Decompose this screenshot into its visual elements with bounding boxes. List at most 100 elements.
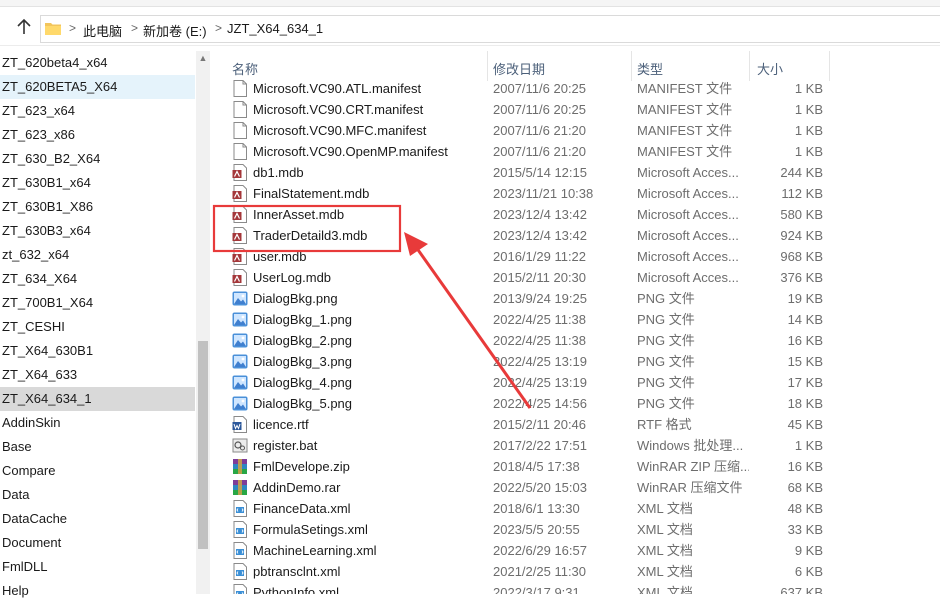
file-type: RTF 格式 xyxy=(637,417,692,432)
file-row[interactable]: Microsoft.VC90.OpenMP.manifest 2007/11/6 … xyxy=(214,141,940,162)
sidebar-folder-label: ZT_X64_633 xyxy=(2,367,78,382)
sidebar-folder-item[interactable]: AddinSkin xyxy=(0,411,195,435)
sidebar-folder-item[interactable]: Compare xyxy=(0,459,195,483)
sidebar-folder-label: ZT_630B1_X86 xyxy=(2,199,94,214)
access-db-icon xyxy=(232,227,248,244)
sidebar-folder-item[interactable]: zt_632_x64 xyxy=(0,243,195,267)
file-type: Microsoft Acces... xyxy=(637,165,739,180)
access-db-icon xyxy=(232,269,248,286)
png-image-icon xyxy=(232,290,248,307)
sidebar-folder-label: AddinSkin xyxy=(2,415,61,430)
sidebar-folder-label: ZT_634_X64 xyxy=(2,271,78,286)
file-row[interactable]: register.bat 2017/2/22 17:51 Windows 批处理..… xyxy=(214,435,940,456)
file-name: db1.mdb xyxy=(253,165,304,180)
file-row[interactable]: AddinDemo.rar 2022/5/20 15:03 WinRAR 压缩文件 6… xyxy=(214,477,940,498)
file-row[interactable]: FmlDevelope.zip 2018/4/5 17:38 WinRAR ZIP … xyxy=(214,456,940,477)
sidebar-folder-item[interactable]: ZT_630B3_x64 xyxy=(0,219,195,243)
file-row[interactable]: DialogBkg.png 2013/9/24 19:25 PNG 文件 19 KB xyxy=(214,288,940,309)
breadcrumb-separator: > xyxy=(215,21,223,35)
breadcrumb-this-pc[interactable]: 此电脑 xyxy=(83,21,122,40)
breadcrumb-current-folder[interactable]: JZT_X64_634_1 xyxy=(227,21,323,36)
sidebar-folder-item[interactable]: ZT_X64_633 xyxy=(0,363,195,387)
file-row[interactable]: UserLog.mdb 2015/2/11 20:30 Microsoft Acce… xyxy=(214,267,940,288)
file-name: DialogBkg_2.png xyxy=(253,333,353,348)
file-size: 9 KB xyxy=(794,543,823,558)
file-type: WinRAR ZIP 压缩... xyxy=(637,459,749,474)
file-name: AddinDemo.rar xyxy=(253,480,341,495)
file-row[interactable]: user.mdb 2016/1/29 11:22 Microsoft Acces..… xyxy=(214,246,940,267)
file-name: DialogBkg_5.png xyxy=(253,396,353,411)
file-row[interactable]: Microsoft.VC90.MFC.manifest 2007/11/6 21:… xyxy=(214,120,940,141)
file-name: DialogBkg_3.png xyxy=(253,354,353,369)
sidebar-folder-item[interactable]: ZT_700B1_X64 xyxy=(0,291,195,315)
file-date: 2007/11/6 20:25 xyxy=(493,81,587,96)
file-name: Microsoft.VC90.MFC.manifest xyxy=(253,123,427,138)
scroll-up-icon[interactable]: ▲ xyxy=(196,53,210,67)
sidebar-folder-item[interactable]: ZT_630_B2_X64 xyxy=(0,147,195,171)
up-arrow-button[interactable] xyxy=(14,17,34,37)
file-row[interactable]: InnerAsset.mdb 2023/12/4 13:42 Microsoft A… xyxy=(214,204,940,225)
file-date: 2022/4/25 13:19 xyxy=(493,354,587,369)
file-row[interactable]: DialogBkg_4.png 2022/4/25 13:19 PNG 文件 17 K… xyxy=(214,372,940,393)
breadcrumb-separator: > xyxy=(131,21,139,35)
sidebar-folder-item[interactable]: Help xyxy=(0,579,195,603)
file-name: FmlDevelope.zip xyxy=(253,459,350,474)
sidebar-folder-item[interactable]: ZT_CESHI xyxy=(0,315,195,339)
file-size: 637 KB xyxy=(780,585,823,594)
sidebar-folder-item[interactable]: DataCache xyxy=(0,507,195,531)
file-row[interactable]: DialogBkg_3.png 2022/4/25 13:19 PNG 文件 15 K… xyxy=(214,351,940,372)
file-row[interactable]: Microsoft.VC90.CRT.manifest 2007/11/6 20:… xyxy=(214,99,940,120)
file-row[interactable]: MachineLearning.xml 2022/6/29 16:57 XML 文档… xyxy=(214,540,940,561)
png-image-icon xyxy=(232,311,248,328)
file-row[interactable]: FinalStatement.mdb 2023/11/21 10:38 Micros… xyxy=(214,183,940,204)
sidebar-folder-item[interactable]: ZT_620beta4_x64 xyxy=(0,51,195,75)
file-date: 2022/6/29 16:57 xyxy=(493,543,587,558)
file-type: PNG 文件 xyxy=(637,333,695,348)
file-row[interactable]: FormulaSetings.xml 2023/5/5 20:55 XML 文档 33… xyxy=(214,519,940,540)
sidebar-folder-item[interactable]: Document xyxy=(0,531,195,555)
sidebar-folder-item[interactable]: ZT_X64_634_1 xyxy=(0,387,195,411)
file-row[interactable]: FinanceData.xml 2018/6/1 13:30 XML 文档 48 KB xyxy=(214,498,940,519)
file-date: 2007/11/6 21:20 xyxy=(493,123,587,138)
file-size: 17 KB xyxy=(787,375,823,390)
sidebar-folder-item[interactable]: FmlDLL xyxy=(0,555,195,579)
column-divider[interactable] xyxy=(487,51,488,81)
file-size: 112 KB xyxy=(781,186,823,201)
breadcrumb-drive-e[interactable]: 新加卷 (E:) xyxy=(143,21,207,40)
file-size: 580 KB xyxy=(780,207,823,222)
xml-document-icon xyxy=(232,563,248,580)
file-row[interactable]: PythonInfo.xml 2022/3/17 9:31 XML 文档 637 KB xyxy=(214,582,940,594)
column-divider[interactable] xyxy=(631,51,632,81)
address-box[interactable]: > 此电脑 > 新加卷 (E:) > JZT_X64_634_1 xyxy=(40,15,940,43)
file-type: MANIFEST 文件 xyxy=(637,123,733,138)
sidebar-folder-item[interactable]: Base xyxy=(0,435,195,459)
sidebar-folder-item[interactable]: ZT_630B1_X86 xyxy=(0,195,195,219)
file-row[interactable]: TraderDetaild3.mdb 2023/12/4 13:42 Microso… xyxy=(214,225,940,246)
sidebar-folder-item[interactable]: ZT_X64_630B1 xyxy=(0,339,195,363)
column-divider[interactable] xyxy=(829,51,830,81)
column-divider[interactable] xyxy=(749,51,750,81)
file-row[interactable]: db1.mdb 2015/5/14 12:15 Microsoft Acces...… xyxy=(214,162,940,183)
sidebar-folder-item[interactable]: ZT_634_X64 xyxy=(0,267,195,291)
file-name: register.bat xyxy=(253,438,318,453)
sidebar-folder-item[interactable]: ZT_630B1_x64 xyxy=(0,171,195,195)
sidebar-folder-item[interactable]: ZT_623_x86 xyxy=(0,123,195,147)
file-name: pbtransclnt.xml xyxy=(253,564,341,579)
file-row[interactable]: DialogBkg_5.png 2022/4/25 14:56 PNG 文件 18 K… xyxy=(214,393,940,414)
file-size: 15 KB xyxy=(787,354,823,369)
file-name: DialogBkg_1.png xyxy=(253,312,353,327)
file-type: Microsoft Acces... xyxy=(637,249,739,264)
file-date: 2022/4/25 14:56 xyxy=(493,396,587,411)
file-row[interactable]: DialogBkg_1.png 2022/4/25 11:38 PNG 文件 14 K… xyxy=(214,309,940,330)
file-row[interactable]: Microsoft.VC90.ATL.manifest 2007/11/6 20:… xyxy=(214,78,940,99)
sidebar-folder-item[interactable]: Data xyxy=(0,483,195,507)
sidebar-folder-item[interactable]: ZT_620BETA5_X64 xyxy=(0,75,195,99)
file-row[interactable]: pbtransclnt.xml 2021/2/25 11:30 XML 文档 6 KB xyxy=(214,561,940,582)
file-row[interactable]: licence.rtf 2015/2/11 20:46 RTF 格式 45 KB xyxy=(214,414,940,435)
sidebar-folder-item[interactable]: ZT_623_x64 xyxy=(0,99,195,123)
file-date: 2022/4/25 11:38 xyxy=(493,333,587,348)
sidebar-folder-label: ZT_X64_630B1 xyxy=(2,343,94,358)
file-row[interactable]: DialogBkg_2.png 2022/4/25 11:38 PNG 文件 16 K… xyxy=(214,330,940,351)
file-date: 2016/1/29 11:22 xyxy=(493,249,587,264)
nav-scrollbar-thumb[interactable] xyxy=(198,341,208,549)
